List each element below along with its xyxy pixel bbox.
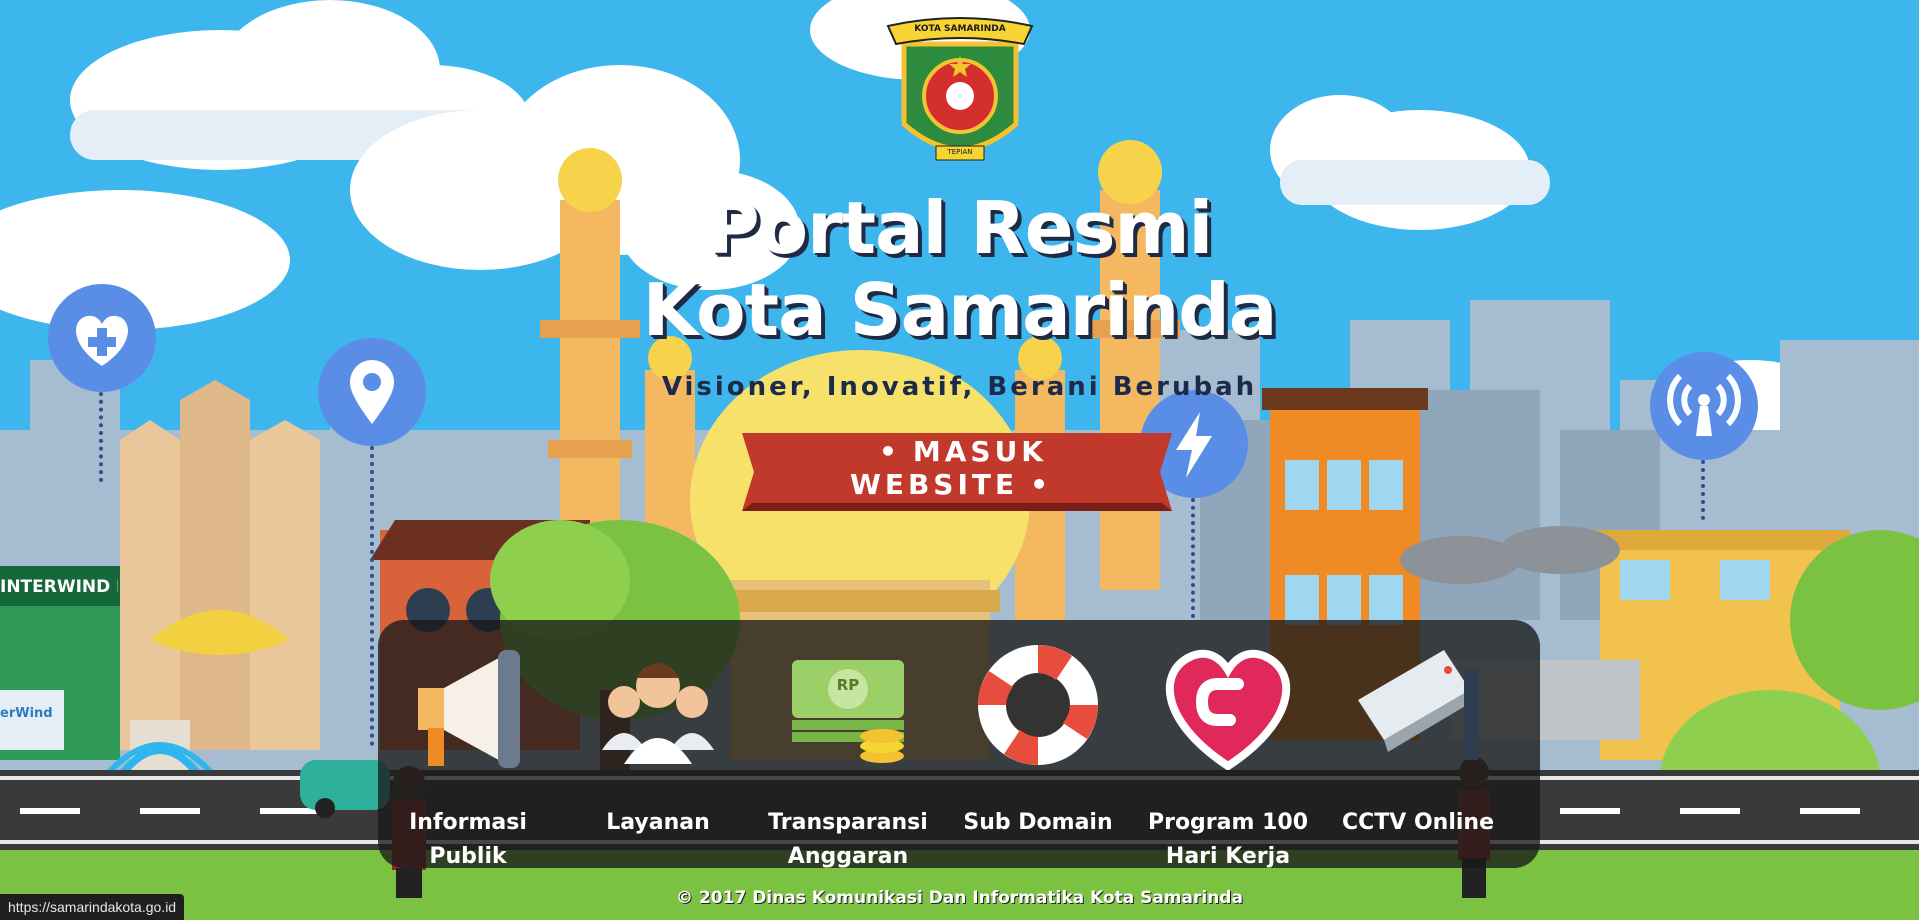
money-icon — [792, 660, 904, 763]
landing-page: INTERWIND INC. erWind KOTA SAMARINDA TEP… — [0, 0, 1919, 920]
masuk-website-button[interactable]: MASUK WEBSITE — [752, 433, 1162, 503]
service-label-line1: Layanan — [606, 810, 710, 835]
page-title-line1: Portal Resmi — [706, 186, 1213, 270]
wifi-tower-icon — [1667, 373, 1741, 436]
cctv-camera-icon — [1358, 650, 1478, 760]
heart-icon — [1165, 649, 1291, 770]
emblem-banner-text: KOTA SAMARINDA — [914, 24, 1006, 34]
service-transparansi-anggaran[interactable]: RP Transparansi Anggaran — [758, 640, 938, 869]
status-bar-url: https://samarindakota.go.id — [0, 894, 185, 920]
emblem-motto-text: TEPIAN — [947, 148, 973, 156]
service-sub-domain[interactable]: Sub Domain — [948, 640, 1128, 860]
service-layanan[interactable]: Layanan — [568, 640, 748, 860]
service-label-line2: Anggaran — [787, 844, 909, 869]
service-label-line1: Sub Domain — [963, 810, 1113, 835]
shop-sign: INTERWIND INC. — [0, 570, 118, 604]
service-label-line1: CCTV Online — [1341, 810, 1494, 835]
signal-pin — [1650, 352, 1758, 460]
service-label-line1: Program 100 — [1147, 810, 1309, 835]
service-label-line1: Transparansi — [768, 810, 928, 835]
megaphone-icon — [418, 650, 520, 768]
lifebuoy-icon — [978, 645, 1098, 765]
customer-service-icon — [602, 663, 714, 764]
service-informasi-publik[interactable]: Informasi Publik — [378, 640, 558, 869]
service-label-line1: Informasi — [409, 810, 527, 835]
shop-logo-text: erWind — [0, 706, 53, 721]
cta-ribbon: MASUK WEBSITE — [742, 433, 1172, 511]
services-panel: Informasi Publik Layanan RP Transparansi… — [378, 620, 1540, 869]
service-program-100-hari-kerja[interactable]: Program 100 Hari Kerja — [1138, 640, 1318, 869]
monument-left — [120, 380, 320, 750]
car — [300, 760, 390, 818]
tagline: Visioner, Inovatif, Berani Berubah — [661, 372, 1258, 402]
service-label-line2: Hari Kerja — [1165, 844, 1291, 869]
city-emblem-logo: KOTA SAMARINDA TEPIAN — [884, 14, 1036, 174]
footer-copyright: © 2017 Dinas Komunikasi Dan Informatika … — [676, 888, 1243, 908]
page-title-line2: Kota Samarinda — [642, 268, 1278, 352]
service-cctv-online[interactable]: CCTV Online — [1328, 640, 1508, 860]
money-icon-text: RP — [836, 676, 860, 694]
service-label-line2: Publik — [429, 844, 507, 869]
